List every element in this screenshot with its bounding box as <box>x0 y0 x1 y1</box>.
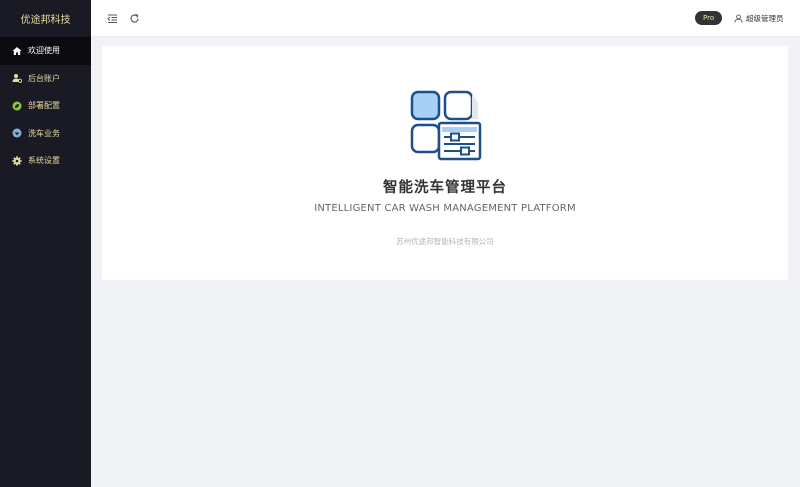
car-wash-icon <box>12 128 22 138</box>
sidebar-item-deploy-config[interactable]: 部署配置 <box>0 92 91 120</box>
sidebar-item-label: 洗车业务 <box>28 128 60 138</box>
user-name: 超级管理员 <box>746 13 784 23</box>
sidebar-item-car-wash[interactable]: 洗车业务 <box>0 120 91 148</box>
brand-logo[interactable]: 优途邦科技 <box>0 0 91 37</box>
page-subtitle: INTELLIGENT CAR WASH MANAGEMENT PLATFORM <box>314 203 576 214</box>
user-gear-icon <box>12 73 22 84</box>
sidebar-item-label: 欢迎使用 <box>28 46 60 56</box>
page-title: 智能洗车管理平台 <box>383 180 507 196</box>
user-menu[interactable]: 超级管理员 <box>734 11 784 25</box>
welcome-card: 智能洗车管理平台 INTELLIGENT CAR WASH MANAGEMENT… <box>102 46 788 280</box>
user-icon <box>734 14 743 23</box>
menu-fold-icon[interactable] <box>106 12 118 24</box>
sidebar-item-system-settings[interactable]: 系统设置 <box>0 147 91 175</box>
sidebar-item-admin-accounts[interactable]: 后台账户 <box>0 65 91 93</box>
deploy-icon <box>12 101 22 111</box>
home-icon <box>12 46 22 56</box>
sidebar-item-label: 后台账户 <box>28 73 60 83</box>
top-header: Pro 超级管理员 <box>91 0 800 37</box>
company-name: 苏州优途邦智能科技有限公司 <box>396 237 494 246</box>
sidebar-nav: 欢迎使用 后台账户 部署配置 洗车业务 系统设置 <box>0 37 91 175</box>
sidebar-item-welcome[interactable]: 欢迎使用 <box>0 37 91 65</box>
sidebar-item-label: 系统设置 <box>28 156 60 166</box>
sidebar-item-label: 部署配置 <box>28 101 60 111</box>
pro-badge: Pro <box>695 11 723 25</box>
gear-icon <box>12 156 22 166</box>
sidebar: 优途邦科技 欢迎使用 后台账户 部署配置 洗车业务 系统设置 <box>0 0 91 487</box>
platform-logo-icon <box>409 89 483 163</box>
refresh-icon[interactable] <box>128 12 140 24</box>
